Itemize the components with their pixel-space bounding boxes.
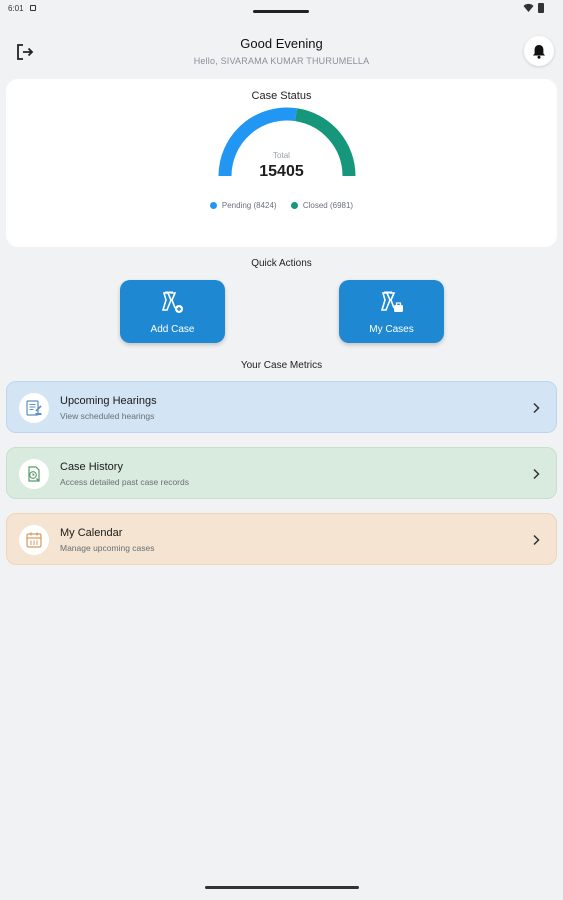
- upcoming-hearings-title: Upcoming Hearings: [60, 395, 157, 407]
- case-metrics-title: Your Case Metrics: [240, 360, 323, 371]
- status-time: 6:01: [8, 4, 24, 13]
- chevron-right-icon: [533, 534, 540, 546]
- add-case-label: Add Case: [150, 324, 195, 335]
- case-history-subtitle: Access detailed past case records: [60, 477, 189, 487]
- total-value: 15405: [259, 163, 304, 180]
- gesture-nav-bar[interactable]: [205, 886, 359, 889]
- add-case-icon: [161, 291, 183, 313]
- notifications-button[interactable]: [524, 36, 554, 66]
- app-header: Good Evening Hello, SIVARAMA KUMAR THURU…: [0, 28, 563, 78]
- battery-icon: [538, 3, 544, 13]
- calendar-icon: [26, 532, 42, 548]
- gauge-legend: Pending (8424) Closed (6981): [6, 201, 557, 211]
- case-history-title: Case History: [60, 461, 123, 473]
- quick-actions-title: Quick Actions: [251, 258, 312, 269]
- legend-dot-pending: [209, 202, 217, 209]
- hearings-icon-circle: [19, 393, 49, 423]
- bell-icon: [533, 44, 545, 59]
- legend-pending: Pending (8424): [209, 201, 277, 210]
- upcoming-hearings-subtitle: View scheduled hearings: [60, 411, 155, 421]
- total-label: Total: [273, 151, 290, 160]
- case-status-card: Case Status Total 15405 Pending (8424) C…: [6, 79, 557, 247]
- wifi-icon: [523, 3, 534, 12]
- upcoming-hearings-card[interactable]: Upcoming Hearings View scheduled hearing…: [6, 381, 557, 433]
- greeting-title: Good Evening: [240, 36, 323, 51]
- add-case-button[interactable]: Add Case: [120, 280, 225, 343]
- legend-closed: Closed (6981): [290, 201, 354, 210]
- legend-dot-closed: [290, 202, 298, 209]
- case-history-card[interactable]: Case History Access detailed past case r…: [6, 447, 557, 499]
- status-bar: 6:01: [0, 0, 563, 18]
- history-icon-circle: [19, 459, 49, 489]
- notification-icon: [30, 5, 36, 11]
- legend-pending-label: Pending (8424): [221, 201, 277, 210]
- my-cases-label: My Cases: [369, 324, 414, 335]
- my-calendar-subtitle: Manage upcoming cases: [60, 543, 155, 553]
- case-status-title: Case Status: [251, 90, 312, 102]
- camera-notch: [253, 10, 309, 13]
- legend-closed-label: Closed (6981): [302, 201, 354, 210]
- hearings-icon: [26, 400, 42, 416]
- chevron-right-icon: [533, 468, 540, 480]
- hello-user-text: Hello, SIVARAMA KUMAR THURUMELLA: [193, 56, 370, 66]
- chevron-right-icon: [533, 402, 540, 414]
- my-cases-icon: [380, 291, 403, 312]
- my-cases-button[interactable]: My Cases: [339, 280, 444, 343]
- calendar-icon-circle: [19, 525, 49, 555]
- my-calendar-card[interactable]: My Calendar Manage upcoming cases: [6, 513, 557, 565]
- my-calendar-title: My Calendar: [60, 527, 123, 539]
- history-icon: [28, 466, 40, 482]
